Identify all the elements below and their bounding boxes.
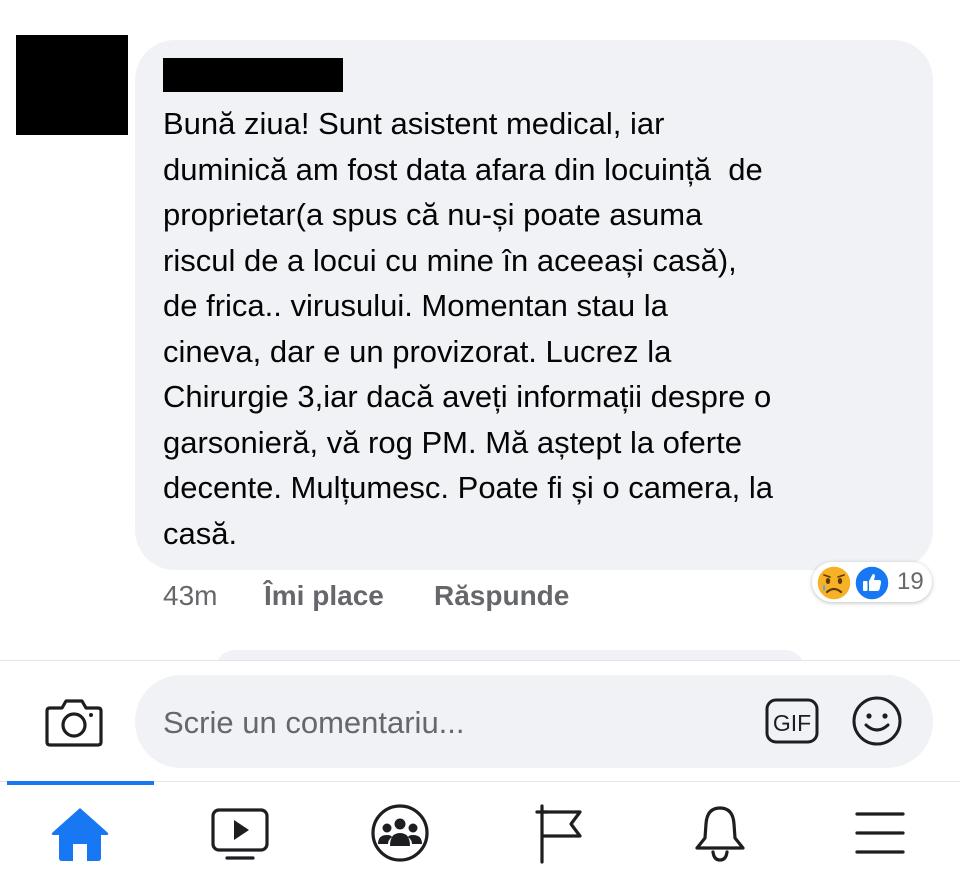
gif-label: GIF <box>773 710 811 736</box>
comment-line: duminică am fost data afara din locuință… <box>163 151 763 187</box>
video-icon[interactable] <box>205 800 275 870</box>
menu-icon[interactable] <box>845 800 915 870</box>
camera-icon[interactable] <box>44 696 104 753</box>
comment-line: decente. Mulțumesc. Poate fi și o camera… <box>163 470 773 505</box>
like-button[interactable]: Îmi place <box>264 578 384 614</box>
gif-icon[interactable]: GIF <box>764 696 820 751</box>
groups-icon[interactable] <box>365 800 435 870</box>
author-name-redacted[interactable] <box>163 58 343 92</box>
comment-line: cineva, dar e un provizorat. Lucrez la <box>163 333 672 369</box>
comment-line: Bună ziua! Sunt asistent medical, iar <box>163 106 665 141</box>
comment-line: riscul de a locui cu mine în aceeași cas… <box>163 242 737 278</box>
comment-timestamp[interactable]: 43m <box>163 578 217 614</box>
like-thumb-icon <box>854 565 890 606</box>
reply-button[interactable]: Răspunde <box>434 578 569 614</box>
reactions-summary[interactable]: 19 <box>812 562 932 602</box>
comment-input-placeholder: Scrie un comentariu... <box>163 705 465 740</box>
reaction-count: 19 <box>897 568 924 595</box>
pages-flag-icon[interactable] <box>525 800 595 870</box>
comment-line: casă. <box>163 515 238 551</box>
home-icon[interactable] <box>45 800 115 870</box>
author-avatar[interactable] <box>16 35 128 135</box>
comment-text: Bună ziua! Sunt asistent medical, iar du… <box>163 101 923 556</box>
comment-line: de frica.. virusului. Momentan stau la <box>163 288 668 323</box>
comment-line: proprietar(a spus că nu-și poate asuma <box>163 197 703 232</box>
comment-line: garsonieră, vă rog PM. Mă aștept la ofer… <box>163 424 742 460</box>
notifications-bell-icon[interactable] <box>685 800 755 870</box>
sad-emoji-icon <box>816 565 852 606</box>
comment-line: Chirurgie 3,iar dacă aveți informații de… <box>163 379 772 414</box>
active-tab-indicator <box>7 781 154 785</box>
smile-icon[interactable] <box>850 694 904 753</box>
bottom-tab-bar <box>0 781 960 885</box>
